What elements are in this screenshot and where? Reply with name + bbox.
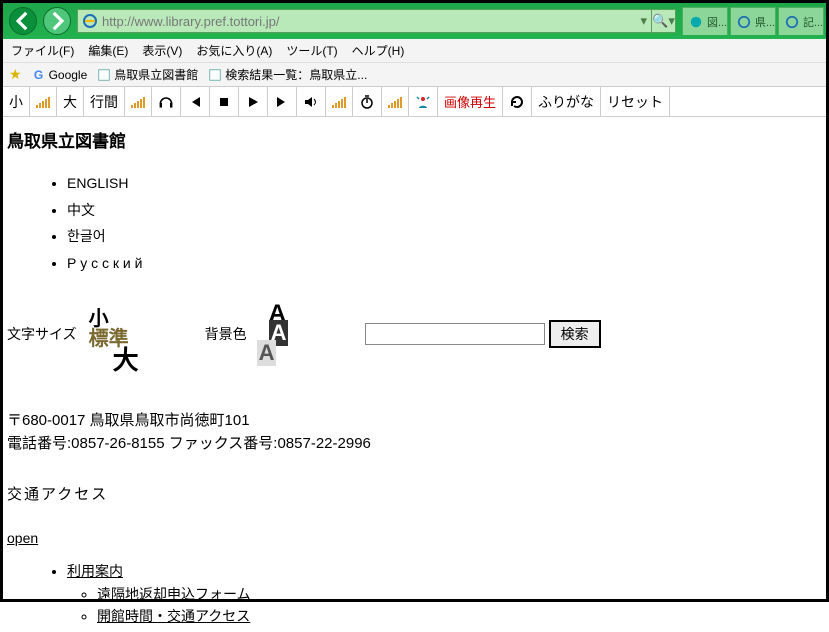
reset-button[interactable]: リセット — [601, 87, 670, 116]
google-g-icon: G — [32, 68, 46, 82]
dropdown-icon[interactable]: ▾ — [640, 13, 647, 29]
guide-sub-hours-access[interactable]: 開館時間・交通アクセス — [97, 608, 250, 624]
lang-chinese[interactable]: 中文 — [67, 202, 95, 218]
url-input[interactable] — [102, 14, 636, 29]
menu-tools[interactable]: ツール(T) — [286, 42, 337, 59]
page-icon — [208, 68, 222, 82]
bg-color-label: 背景色 — [205, 324, 247, 344]
line-height-button[interactable]: 行間 — [84, 87, 125, 116]
volume-icon[interactable] — [297, 87, 326, 116]
tab-1[interactable]: 県... — [730, 7, 776, 35]
guide-sub-remote-return[interactable]: 遠隔地返却申込フォーム — [97, 586, 251, 602]
skip-forward-icon[interactable] — [268, 87, 297, 116]
addr-tools: ▾ — [636, 13, 651, 29]
menu-bar: ファイル(F) 編集(E) 表示(V) お気に入り(A) ツール(T) ヘルプ(… — [3, 39, 826, 63]
line-level-button[interactable] — [125, 87, 152, 116]
accessibility-toolbar: 小 大 行間 画像再生 ふりがな リセット — [3, 87, 826, 117]
fav-google[interactable]: G Google — [32, 68, 88, 82]
site-search-input[interactable] — [365, 323, 545, 345]
person-icon[interactable] — [409, 87, 438, 116]
page-content: 鳥取県立図書館 ENGLISH 中文 한글어 Р у с с к и й 文字サ… — [3, 117, 826, 632]
page-icon — [97, 68, 111, 82]
fav-link-2[interactable]: 検索結果一覧：鳥取県立... — [208, 66, 367, 83]
tab-strip: 図... 県... 記... — [682, 7, 826, 35]
language-list: ENGLISH 中文 한글어 Р у с с к и й — [67, 170, 822, 276]
tab-0[interactable]: 図... — [682, 7, 728, 35]
site-title: 鳥取県立図書館 — [7, 127, 822, 152]
open-link[interactable]: open — [7, 530, 38, 546]
headphones-icon[interactable] — [152, 87, 181, 116]
favorites-bar: ★ G Google 鳥取県立図書館 検索結果一覧：鳥取県立... — [3, 63, 826, 87]
tab-label: 県... — [755, 14, 775, 30]
fav-link-1[interactable]: 鳥取県立図書館 — [97, 66, 198, 83]
volume-level-button[interactable] — [326, 87, 353, 116]
lang-russian[interactable]: Р у с с к и й — [67, 255, 142, 271]
menu-file[interactable]: ファイル(F) — [11, 42, 74, 59]
address-line-2: 電話番号:0857-26-8155 ファックス番号:0857-22-2996 — [7, 433, 822, 456]
ie-icon — [82, 13, 98, 29]
favorites-star-icon[interactable]: ★ — [9, 66, 22, 83]
lang-english[interactable]: ENGLISH — [67, 175, 128, 191]
address-bar[interactable]: ▾ 🔍▾ — [77, 9, 676, 33]
tab-2[interactable]: 記... — [778, 7, 824, 35]
access-link[interactable]: 交通アクセス — [7, 483, 108, 504]
tab-label: 図... — [707, 14, 727, 30]
forward-button[interactable] — [43, 7, 71, 35]
font-level-button[interactable] — [30, 87, 57, 116]
font-size-controls: 小 標準 大 — [81, 304, 201, 364]
menu-help[interactable]: ヘルプ(H) — [352, 42, 405, 59]
image-regen-button[interactable]: 画像再生 — [438, 87, 503, 116]
back-button[interactable] — [9, 7, 37, 35]
guide-link[interactable]: 利用案内 — [67, 563, 123, 579]
speed-level-button[interactable] — [382, 87, 409, 116]
search-icon[interactable]: 🔍▾ — [651, 10, 675, 32]
site-search-button[interactable]: 検索 — [549, 320, 601, 348]
reload-icon[interactable] — [503, 87, 532, 116]
font-size-large[interactable]: 大 — [113, 340, 139, 377]
address-line-1: 〒680-0017 鳥取県鳥取市尚徳町101 — [7, 410, 822, 433]
lang-korean[interactable]: 한글어 — [67, 228, 106, 244]
font-size-label: 文字サイズ — [7, 324, 77, 344]
tab-label: 記... — [803, 14, 823, 30]
font-small-button[interactable]: 小 — [3, 87, 30, 116]
menu-edit[interactable]: 編集(E) — [88, 42, 128, 59]
bg-color-controls: A A A — [251, 304, 301, 364]
furigana-button[interactable]: ふりがな — [532, 87, 601, 116]
font-large-button[interactable]: 大 — [57, 87, 84, 116]
menu-view[interactable]: 表示(V) — [142, 42, 182, 59]
timer-icon[interactable] — [353, 87, 382, 116]
bg-gray[interactable]: A — [257, 340, 277, 366]
stop-icon[interactable] — [210, 87, 239, 116]
play-icon[interactable] — [239, 87, 268, 116]
skip-back-icon[interactable] — [181, 87, 210, 116]
menu-favorites[interactable]: お気に入り(A) — [196, 42, 272, 59]
